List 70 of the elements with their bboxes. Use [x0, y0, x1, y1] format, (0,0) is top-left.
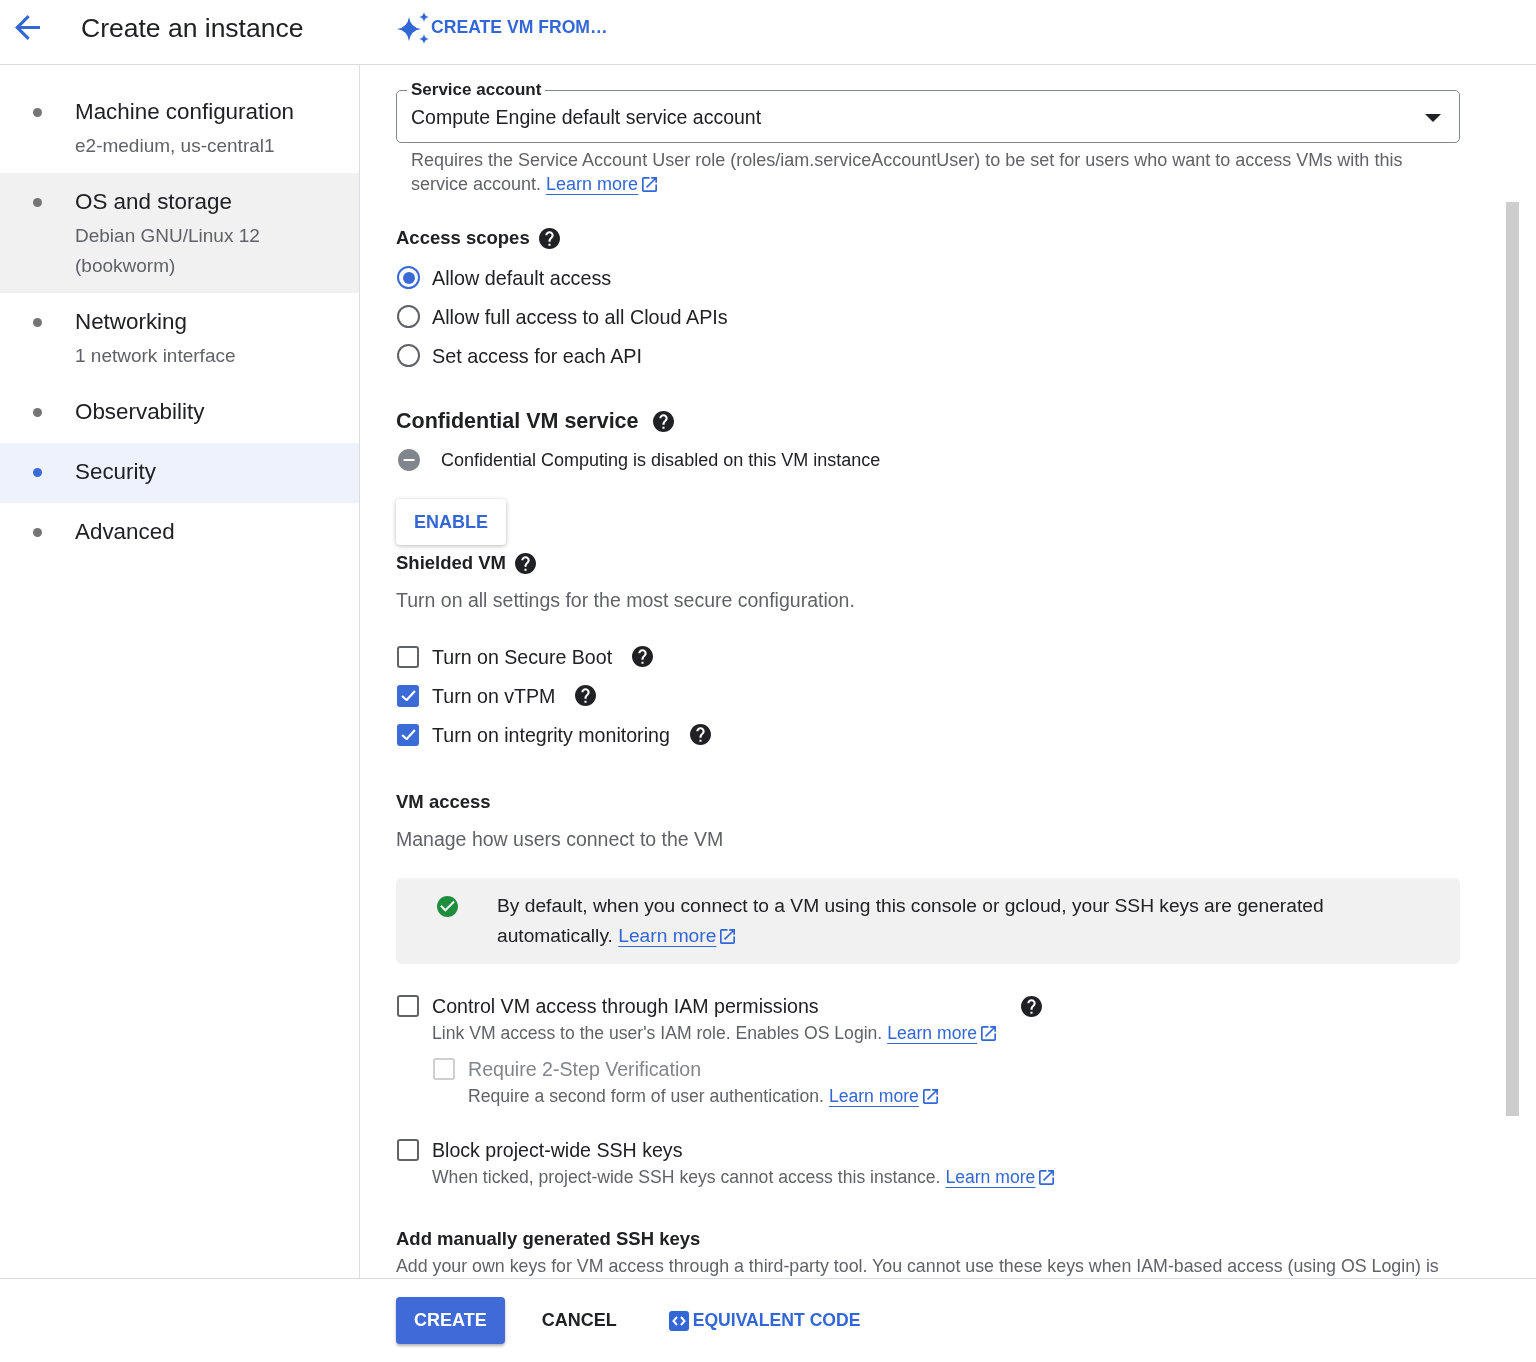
section-heading: Access scopes — [396, 226, 530, 250]
learn-more-link[interactable]: Learn more — [945, 1165, 1055, 1189]
notice-text: By default, when you connect to a VM using this console or gcloud, your SSH keys are generated automatically. Learn more — [497, 891, 1420, 951]
option-description: When ticked, project-wide SSH keys cannot access this instance. Learn more — [432, 1165, 1460, 1189]
help-icon[interactable] — [515, 552, 536, 574]
bullet-icon — [33, 467, 42, 477]
checkbox[interactable] — [397, 1139, 419, 1161]
back-arrow-icon — [15, 15, 40, 40]
option-description: Require a second form of user authentication. Learn more — [468, 1084, 1460, 1108]
radio-button[interactable] — [397, 344, 420, 367]
checkbox-label: Turn on integrity monitoring — [432, 722, 670, 748]
section-description: Add your own keys for VM access through a third-party tool. You cannot use these keys when IAM-based access (using OS Login) is — [396, 1255, 1440, 1277]
radio-button[interactable] — [397, 266, 420, 289]
section-heading: Shielded VM — [396, 551, 506, 575]
checkmark-icon — [400, 690, 416, 701]
section-description: Manage how users connect to the VM — [396, 827, 725, 851]
checkbox-label: Turn on vTPM — [432, 683, 556, 709]
learn-more-link[interactable]: Learn more — [546, 172, 658, 196]
code-icon — [668, 1310, 689, 1331]
checkmark-icon — [400, 729, 416, 740]
nav-item[interactable]: OS and storage Debian GNU/Linux 12 (bookworm) — [0, 173, 359, 293]
bullet-icon — [33, 197, 42, 207]
bullet-icon — [33, 107, 42, 117]
create-button[interactable]: CREATE — [396, 1297, 505, 1344]
help-text: Requires the Service Account User role (roles/iam.serviceAccountUser) to be set for users who want to access VMs with this service account. Learn more — [410, 149, 1404, 196]
checkbox-label: Require 2-Step Verification — [468, 1057, 702, 1082]
equivalent-code-button[interactable]: EQUIVALENT CODE — [650, 1297, 879, 1344]
create-vm-from-button[interactable]: CREATE VM FROM… — [396, 11, 608, 44]
checkbox-label: Control VM access through IAM permissions — [432, 994, 819, 1019]
help-icon[interactable] — [632, 646, 654, 667]
external-link-icon — [642, 176, 658, 192]
help-icon[interactable] — [538, 227, 560, 249]
help-icon[interactable] — [689, 724, 711, 745]
disabled-status-icon — [398, 449, 420, 471]
cancel-button[interactable]: CANCEL — [523, 1297, 635, 1344]
section-description: Turn on all settings for the most secure configuration. — [396, 588, 856, 612]
external-link-icon — [981, 1025, 997, 1041]
learn-more-link[interactable]: Learn more — [887, 1021, 997, 1045]
dropdown-caret-icon — [1425, 113, 1441, 122]
bullet-icon — [33, 407, 42, 417]
help-icon[interactable] — [575, 685, 597, 706]
status-text: Confidential Computing is disabled on this VM instance — [441, 449, 881, 472]
sparkle-icon — [396, 11, 430, 44]
enable-button[interactable]: ENABLE — [396, 499, 506, 545]
section-heading: Add manually generated SSH keys — [396, 1227, 702, 1251]
checkbox[interactable] — [397, 995, 419, 1017]
bullet-icon — [33, 527, 42, 537]
radio-label: Allow full access to all Cloud APIs — [432, 304, 728, 330]
checkbox[interactable] — [397, 684, 419, 707]
page-title: Create an instance — [81, 11, 304, 45]
help-icon[interactable] — [652, 410, 674, 432]
back-button[interactable] — [15, 15, 40, 40]
nav-item[interactable]: Security — [0, 443, 359, 503]
option-description: Link VM access to the user's IAM role. Enables OS Login. Learn more — [432, 1021, 1460, 1045]
section-heading: Confidential VM service — [396, 408, 639, 435]
checkbox[interactable] — [397, 723, 419, 746]
learn-more-link[interactable]: Learn more — [618, 921, 736, 951]
external-link-icon — [922, 1088, 938, 1104]
scrollbar-thumb[interactable] — [1506, 202, 1519, 1116]
checkbox[interactable] — [397, 645, 419, 668]
checkbox-label: Turn on Secure Boot — [432, 644, 613, 670]
radio-label: Allow default access — [432, 265, 612, 291]
external-link-icon — [720, 928, 736, 944]
radio-label: Set access for each API — [432, 343, 642, 369]
checkbox-label: Block project-wide SSH keys — [432, 1138, 683, 1163]
help-icon[interactable] — [1021, 995, 1042, 1017]
radio-button[interactable] — [397, 305, 420, 328]
external-link-icon — [1039, 1169, 1055, 1185]
bullet-icon — [33, 317, 42, 327]
section-heading: VM access — [396, 790, 492, 814]
